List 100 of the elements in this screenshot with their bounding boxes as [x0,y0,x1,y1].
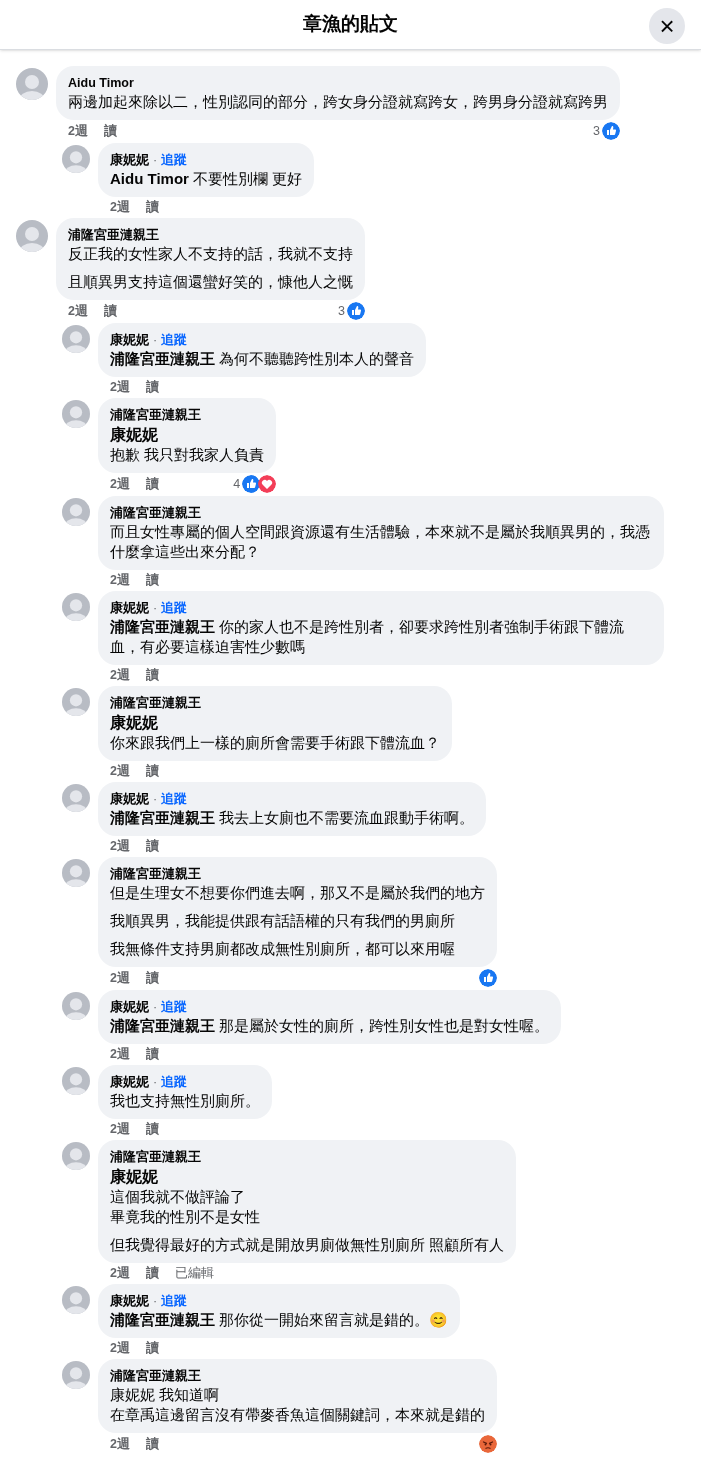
avatar-icon[interactable] [62,145,90,173]
reaction-summary[interactable]: 3 [593,122,620,140]
avatar-icon[interactable] [62,1286,90,1314]
author-name[interactable]: 康妮妮 [110,998,149,1016]
reply-link[interactable]: 讀 [103,303,117,319]
author-name[interactable]: Aidu Timor [68,74,134,92]
page-title: 章漁的貼文 [303,12,398,37]
reply-link[interactable]: 讀 [145,1340,159,1356]
avatar-icon[interactable] [62,400,90,428]
avatar-icon[interactable] [16,220,48,252]
comment-text: 浦隆宮亜漣親王 你的家人也不是跨性別者，卻要求跨性別者強制手術跟下體流血，有必要這樣迫害性少數嗎 [110,617,626,657]
avatar-icon[interactable] [62,688,90,716]
close-button[interactable]: × [649,8,685,44]
author-name[interactable]: 浦隆宮亜漣親王 [110,865,201,883]
mentioned-name[interactable]: 康妮妮 [110,1166,505,1187]
avatar-icon[interactable] [62,784,90,812]
separator-dot: · [153,791,158,808]
timestamp[interactable]: 2週 [110,1046,130,1062]
reaction-summary[interactable] [479,1435,497,1453]
follow-link[interactable]: 追蹤 [161,599,188,617]
author-name[interactable]: 康妮妮 [110,790,149,808]
follow-link[interactable]: 追蹤 [161,998,188,1016]
author-name[interactable]: 康妮妮 [110,151,149,169]
comment-text: 浦隆宮亜漣親王 那是屬於女性的廁所，跨性別女性也是對女性喔。 [110,1016,550,1036]
avatar-icon[interactable] [62,1067,90,1095]
reply-link[interactable]: 讀 [145,379,159,395]
reply-link[interactable]: 讀 [145,1046,159,1062]
reply-link[interactable]: 讀 [145,970,159,986]
timestamp[interactable]: 2週 [110,379,130,395]
comment-text: 反正我的女性家人不支持的話，我就不支持 [68,244,353,264]
reaction-summary[interactable]: 3 [338,302,365,320]
reply-link[interactable]: 讀 [145,838,159,854]
comment-text: 在章禹這邊留言沒有帶麥香魚這個關鍵詞，本來就是錯的 [110,1405,485,1425]
timestamp[interactable]: 2週 [110,1265,130,1281]
separator-dot: · [153,332,158,349]
timestamp[interactable]: 2週 [110,667,130,683]
reply-link[interactable]: 讀 [145,1436,159,1452]
comment-text: 浦隆宮亜漣親王 那你從一開始來留言就是錯的。😊 [110,1310,449,1330]
timestamp[interactable]: 2週 [110,763,130,779]
mentioned-name[interactable]: 康妮妮 [110,424,265,445]
timestamp[interactable]: 2週 [110,199,130,215]
timestamp[interactable]: 2週 [110,970,130,986]
comment-text: 且順異男支持這個還蠻好笑的，慷他人之慨 [68,272,353,292]
separator-dot: · [153,600,158,617]
reaction-summary[interactable] [479,969,497,987]
like-icon [347,302,365,320]
mentioned-name[interactable]: 康妮妮 [110,712,440,733]
timestamp[interactable]: 2週 [68,303,88,319]
timestamp[interactable]: 2週 [110,1121,130,1137]
reply-link[interactable]: 讀 [145,763,159,779]
separator-dot: · [153,999,158,1016]
comment-text: Aidu Timor 不要性別欄 更好 [110,169,303,189]
follow-link[interactable]: 追蹤 [161,790,188,808]
avatar-icon[interactable] [62,1361,90,1389]
follow-link[interactable]: 追蹤 [161,151,188,169]
avatar-icon[interactable] [62,1142,90,1170]
comment-text: 兩邊加起來除以二，性別認同的部分，跨女身分證就寫跨女，跨男身分證就寫跨男 [68,92,608,112]
timestamp[interactable]: 2週 [110,1436,130,1452]
author-name[interactable]: 浦隆宮亜漣親王 [110,694,201,712]
timestamp[interactable]: 2週 [110,838,130,854]
follow-link[interactable]: 追蹤 [161,1292,188,1310]
avatar-icon[interactable] [16,68,48,100]
reaction-count: 4 [233,476,241,492]
author-name[interactable]: 康妮妮 [110,331,149,349]
avatar-icon[interactable] [62,498,90,526]
comment-text: 你來跟我們上一樣的廁所會需要手術跟下體流血？ [110,733,440,753]
avatar-icon[interactable] [62,859,90,887]
author-name[interactable]: 浦隆宮亜漣親王 [110,1148,201,1166]
author-name[interactable]: 浦隆宮亜漣親王 [110,504,201,522]
comment-text: 我順異男，我能提供跟有話語權的只有我們的男廁所 [110,911,456,931]
follow-link[interactable]: 追蹤 [161,331,188,349]
reply-link[interactable]: 讀 [145,1265,159,1281]
reply-link[interactable]: 讀 [145,476,159,492]
comment-text: 浦隆宮亜漣親王 我去上女廁也不需要流血跟動手術啊。 [110,808,475,828]
timestamp[interactable]: 2週 [110,572,130,588]
reply-link[interactable]: 讀 [145,667,159,683]
separator-dot: · [153,1074,158,1091]
avatar-icon[interactable] [62,325,90,353]
reaction-summary[interactable]: 4 [233,475,277,493]
reply-link[interactable]: 讀 [145,199,159,215]
reaction-count: 3 [338,303,345,319]
timestamp[interactable]: 2週 [110,1340,130,1356]
author-name[interactable]: 康妮妮 [110,599,149,617]
avatar-icon[interactable] [62,593,90,621]
author-name[interactable]: 浦隆宮亜漣親王 [110,1367,201,1385]
reply-link[interactable]: 讀 [103,123,117,139]
author-name[interactable]: 浦隆宮亜漣親王 [68,226,159,244]
reply-link[interactable]: 讀 [145,572,159,588]
timestamp[interactable]: 2週 [110,476,130,492]
separator-dot: · [153,152,158,169]
avatar-icon[interactable] [62,992,90,1020]
follow-link[interactable]: 追蹤 [161,1073,188,1091]
author-name[interactable]: 浦隆宮亜漣親王 [110,406,201,424]
comment-text: 畢竟我的性別不是女性 [110,1207,261,1227]
timestamp[interactable]: 2週 [68,123,88,139]
reply-link[interactable]: 讀 [145,1121,159,1137]
author-name[interactable]: 康妮妮 [110,1292,149,1310]
author-name[interactable]: 康妮妮 [110,1073,149,1091]
comment-text: 我無條件支持男廁都改成無性別廁所，都可以來用喔 [110,939,456,959]
like-icon [602,122,620,140]
